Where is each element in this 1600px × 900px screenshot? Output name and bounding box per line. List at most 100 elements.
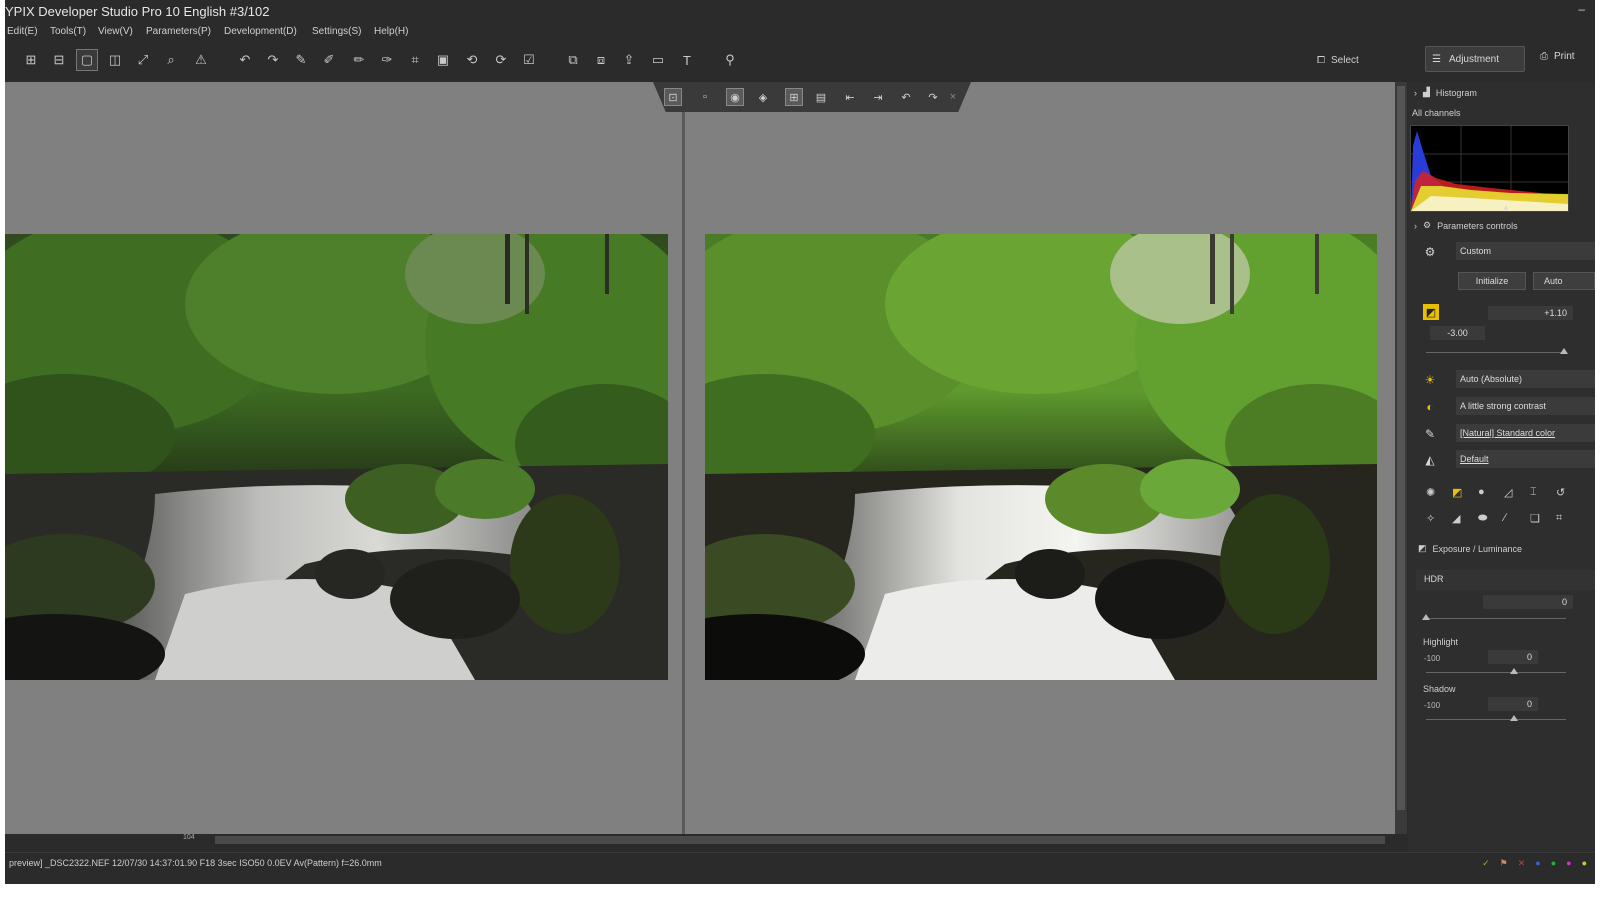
gear-icon[interactable]: ⚙ bbox=[1423, 245, 1437, 259]
undo-small-icon[interactable]: ↶ bbox=[898, 89, 914, 105]
filmstrip-icon[interactable]: ⊟ bbox=[49, 50, 69, 70]
pen-icon[interactable]: ✑ bbox=[377, 50, 397, 70]
hdr-spinbox[interactable]: 0 bbox=[1483, 595, 1573, 609]
sharpness-select[interactable]: Default bbox=[1456, 450, 1595, 468]
prev-image-icon[interactable]: ⇤ bbox=[842, 89, 858, 105]
hdr-slider[interactable] bbox=[1422, 614, 1566, 620]
shadow-slider-knob[interactable] bbox=[1510, 715, 1518, 721]
pencil-icon[interactable]: ∕ bbox=[1504, 512, 1506, 524]
fit-icon[interactable]: ⊡ bbox=[664, 88, 682, 106]
eye-icon[interactable]: ⬬ bbox=[1478, 512, 1487, 525]
gray-point-icon[interactable]: ✐ bbox=[319, 50, 339, 70]
highlight-spinbox[interactable]: 0 bbox=[1488, 650, 1538, 664]
transform-icon[interactable]: ⌶ bbox=[1530, 486, 1537, 499]
histogram-header[interactable]: › ▟ Histogram bbox=[1414, 87, 1477, 98]
shadow-slider[interactable] bbox=[1426, 715, 1566, 721]
adjustment-button[interactable]: ☰ Adjustment bbox=[1425, 46, 1525, 72]
side-icon[interactable]: ▤ bbox=[813, 89, 829, 105]
menu-settings[interactable]: Settings(S) bbox=[312, 26, 361, 37]
rotate-left-icon[interactable]: ⟲ bbox=[462, 50, 482, 70]
layers-icon[interactable]: ❏ bbox=[1530, 512, 1540, 525]
exposure-min-spinbox[interactable]: -3.00 bbox=[1430, 326, 1485, 340]
vertical-scroll-thumb[interactable] bbox=[1397, 86, 1405, 810]
noise-icon[interactable]: ✧ bbox=[1426, 512, 1435, 525]
horizontal-scroll-track[interactable] bbox=[215, 836, 1385, 844]
minimize-button[interactable]: – bbox=[1578, 2, 1585, 16]
menu-view[interactable]: View(V) bbox=[98, 26, 133, 37]
single-icon[interactable]: ▫ bbox=[697, 89, 713, 105]
menu-help[interactable]: Help(H) bbox=[374, 26, 408, 37]
white-balance-select[interactable]: Auto (Absolute) bbox=[1456, 370, 1595, 388]
copy-params-icon[interactable]: ⧈ bbox=[591, 50, 611, 70]
brightness-icon[interactable]: ✺ bbox=[1426, 486, 1435, 499]
print-button[interactable]: ⎙ Print bbox=[1540, 51, 1575, 62]
color-dropper-icon[interactable]: ✎ bbox=[1423, 427, 1437, 441]
close-icon[interactable]: × bbox=[945, 89, 961, 105]
monitor-icon[interactable]: ▭ bbox=[648, 50, 668, 70]
tone-icon[interactable]: ● bbox=[1478, 486, 1485, 498]
split-icon[interactable]: ◈ bbox=[755, 89, 771, 105]
eyedropper-icon[interactable]: ✎ bbox=[291, 50, 311, 70]
lens-icon[interactable]: ◢ bbox=[1452, 512, 1460, 525]
contrast-select[interactable]: A little strong contrast bbox=[1456, 397, 1595, 415]
channel-selector[interactable]: All channels bbox=[1412, 108, 1461, 118]
horizontal-scrollbar[interactable]: 104 bbox=[5, 834, 1395, 846]
single-view-icon[interactable]: ▢ bbox=[76, 49, 98, 71]
auto-button[interactable]: Auto bbox=[1533, 272, 1595, 290]
original-icon[interactable]: ◉ bbox=[726, 88, 744, 106]
menu-edit[interactable]: Edit(E) bbox=[7, 26, 38, 37]
redo-icon[interactable]: ↷ bbox=[263, 50, 283, 70]
histogram-marker-icon[interactable]: ▲ bbox=[1502, 203, 1510, 212]
select-button[interactable]: ⧠ Select bbox=[1317, 51, 1359, 69]
contrast-icon[interactable]: ◐ bbox=[1423, 400, 1437, 414]
export-icon[interactable]: ⇪ bbox=[619, 50, 639, 70]
highlight-slider-knob[interactable] bbox=[1510, 668, 1518, 674]
label-green-icon[interactable]: ● bbox=[1551, 858, 1556, 869]
crop-icon[interactable]: ⌗ bbox=[405, 50, 425, 70]
exposure-slider[interactable] bbox=[1426, 348, 1568, 354]
next-image-icon[interactable]: ⇥ bbox=[870, 89, 886, 105]
gradient-icon[interactable]: ◿ bbox=[1504, 486, 1512, 499]
exposure-slider-knob[interactable] bbox=[1560, 348, 1568, 354]
label-blue-icon[interactable]: ● bbox=[1535, 858, 1540, 869]
reject-icon[interactable]: ✕ bbox=[1518, 858, 1526, 869]
rotate-right-icon[interactable]: ⟳ bbox=[491, 50, 511, 70]
sharpness-icon[interactable]: ◭ bbox=[1423, 453, 1437, 467]
preset-select[interactable]: Custom bbox=[1456, 242, 1595, 260]
stamp-icon[interactable]: ▣ bbox=[433, 50, 453, 70]
grid-view-icon[interactable]: ⊞ bbox=[21, 50, 41, 70]
check-mark-icon[interactable]: ✓ bbox=[1482, 858, 1490, 869]
menu-tools[interactable]: Tools(T) bbox=[50, 26, 86, 37]
shadow-spinbox[interactable]: 0 bbox=[1488, 697, 1538, 711]
compare-view-icon[interactable]: ◫ bbox=[105, 50, 125, 70]
menu-development[interactable]: Development(D) bbox=[224, 26, 297, 37]
brush-icon[interactable]: ✏ bbox=[349, 50, 369, 70]
batch-icon[interactable]: ⧉ bbox=[563, 50, 583, 70]
undo-icon[interactable]: ↶ bbox=[235, 50, 255, 70]
warning-icon[interactable]: ⚠ bbox=[191, 50, 211, 70]
parameters-header[interactable]: › ⚙ Parameters controls bbox=[1414, 220, 1518, 231]
redo-small-icon[interactable]: ↷ bbox=[925, 89, 941, 105]
hdr-slider-knob[interactable] bbox=[1422, 614, 1430, 620]
flag-icon[interactable]: ⚑ bbox=[1500, 858, 1508, 869]
menu-parameters[interactable]: Parameters(P) bbox=[146, 26, 211, 37]
vertical-scrollbar[interactable] bbox=[1395, 82, 1407, 834]
zoom-icon[interactable]: ⌕ bbox=[161, 50, 181, 70]
sun-icon[interactable]: ☀ bbox=[1423, 373, 1437, 387]
exposure-spinbox[interactable]: +1.10 bbox=[1488, 306, 1573, 320]
fullscreen-icon[interactable]: ⤢ bbox=[133, 50, 153, 70]
exposure-section-header[interactable]: ◩ Exposure / Luminance bbox=[1418, 543, 1522, 554]
text-tool-icon[interactable]: T bbox=[677, 50, 697, 70]
curve-icon[interactable]: ◩ bbox=[1452, 486, 1462, 499]
search-person-icon[interactable]: ⚲ bbox=[720, 50, 740, 70]
label-yellow-icon[interactable]: ● bbox=[1582, 858, 1587, 869]
check-icon[interactable]: ☑ bbox=[519, 50, 539, 70]
label-magenta-icon[interactable]: ● bbox=[1566, 858, 1571, 869]
quad-icon[interactable]: ⊞ bbox=[785, 88, 803, 106]
exposure-icon[interactable]: ◩ bbox=[1423, 304, 1439, 320]
highlight-slider[interactable] bbox=[1426, 668, 1566, 674]
initialize-button[interactable]: Initialize bbox=[1458, 272, 1526, 290]
reset-icon[interactable]: ↺ bbox=[1556, 486, 1565, 499]
crop-tool-icon[interactable]: ⌗ bbox=[1556, 512, 1562, 525]
image-viewer[interactable]: ⊡ ▫ ◉ ◈ ⊞ ▤ ⇤ ⇥ ↶ ↷ × bbox=[5, 82, 1395, 834]
